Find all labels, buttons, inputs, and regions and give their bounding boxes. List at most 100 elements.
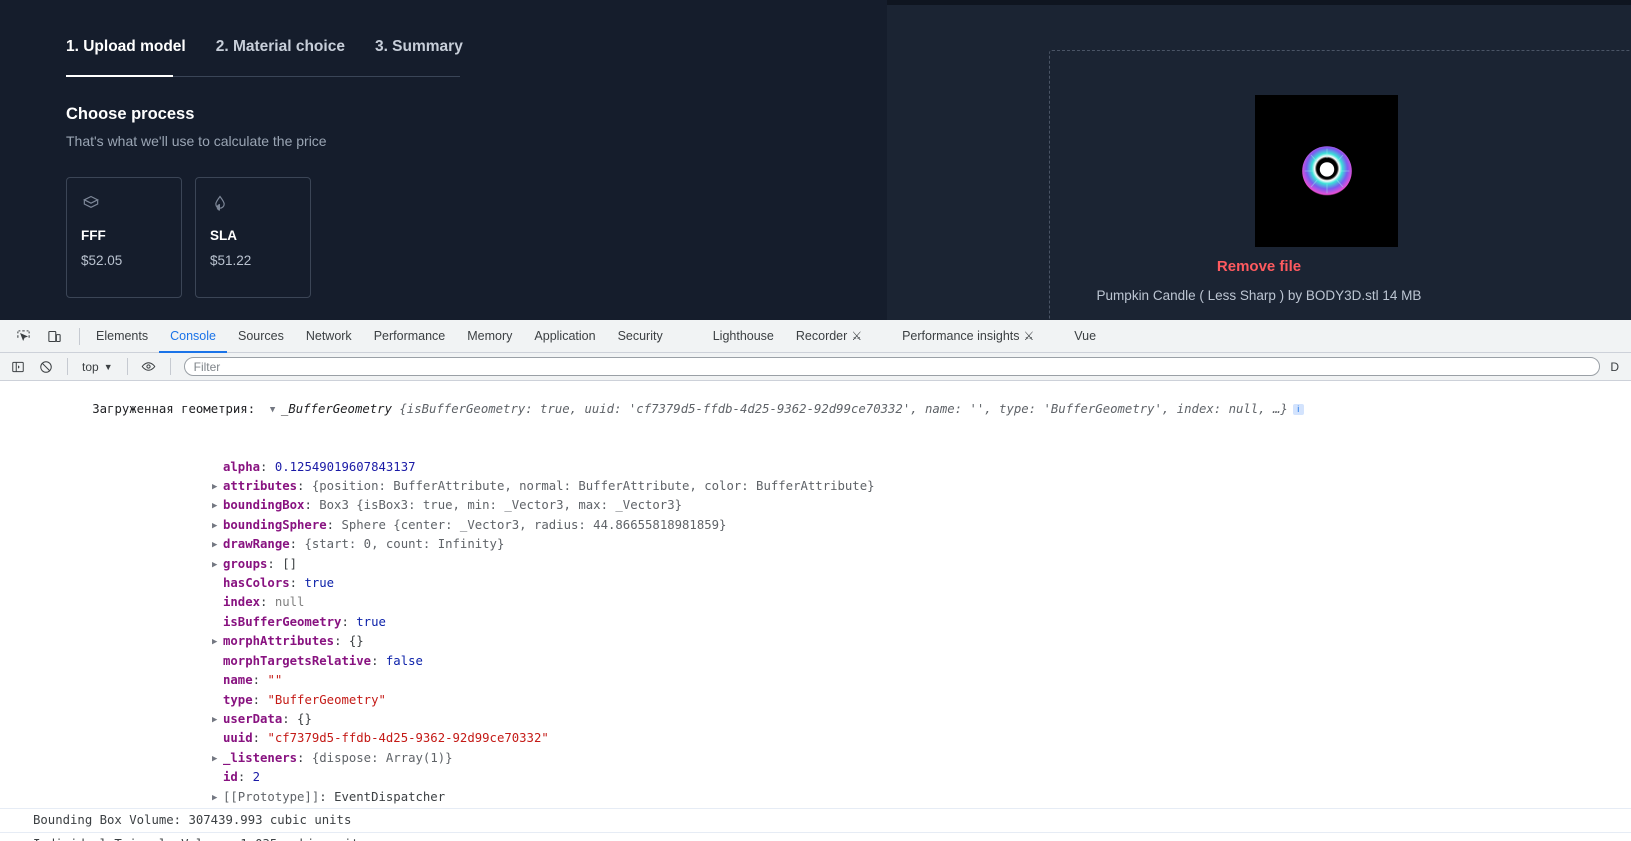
device-toolbar-icon[interactable] xyxy=(42,325,66,347)
prop-value: "" xyxy=(267,673,283,688)
tab-material-choice[interactable]: 2. Material choice xyxy=(216,38,345,70)
console-sidebar-icon[interactable] xyxy=(6,356,30,378)
expand-arrow-icon[interactable]: ▶ xyxy=(212,557,223,574)
tab-lighthouse-label: Lighthouse xyxy=(712,329,774,343)
expand-arrow-icon[interactable]: ▶ xyxy=(212,479,223,496)
tab-network[interactable]: Network xyxy=(295,320,363,353)
console-prop-morphattributes[interactable]: ▶ morphAttributes: {} xyxy=(0,633,1631,652)
console-prop-prototype[interactable]: ▶ [[Prototype]]: EventDispatcher xyxy=(0,789,1631,808)
console-prop-alpha: ▶alpha: 0.12549019607843137 xyxy=(223,459,416,474)
expand-arrow-icon[interactable]: ▼ xyxy=(270,402,281,419)
prop-name: userData xyxy=(223,711,283,726)
console-log-bounding-box-volume[interactable]: Bounding Box Volume: 307439.993 cubic un… xyxy=(0,807,1631,832)
tab-elements[interactable]: Elements xyxy=(85,320,159,353)
devtools-panel: Elements Console Sources Network Perform… xyxy=(0,320,1631,841)
tabs-active-underline xyxy=(66,75,173,77)
prop-value: Sphere {center: _Vector3, radius: 44.866… xyxy=(341,517,727,532)
console-filter-toolbar: top ▼ D xyxy=(0,353,1631,381)
console-prop-uuid: ▶uuid: "cf7379d5-ffdb-4d25-9362-92d99ce7… xyxy=(223,731,549,746)
expand-arrow-icon[interactable]: ▶ xyxy=(212,634,223,651)
console-prop-listeners[interactable]: ▶ _listeners: {dispose: Array(1)} xyxy=(0,750,1631,769)
tab-vue-label: Vue xyxy=(1074,329,1097,343)
prop-value: {position: BufferAttribute, normal: Buff… xyxy=(311,479,875,494)
execution-context-label: top xyxy=(82,359,99,374)
info-badge-icon[interactable]: i xyxy=(1292,404,1304,416)
tab-summary[interactable]: 3. Summary xyxy=(375,38,463,70)
prop-value: Box3 {isBox3: true, min: _Vector3, max: … xyxy=(319,498,683,513)
tab-vue[interactable]: Vue xyxy=(1063,320,1107,353)
process-card-sla[interactable]: SLA $51.22 xyxy=(195,177,311,298)
tab-sources[interactable]: Sources xyxy=(227,320,295,353)
tab-console[interactable]: Console xyxy=(159,320,227,353)
console-message-geometry[interactable]: Загруженная геометрия: ▼ _BufferGeometry … xyxy=(0,381,1631,459)
console-prop-attributes[interactable]: ▶ attributes: {position: BufferAttribute,… xyxy=(0,478,1631,497)
console-output[interactable]: Загруженная геометрия: ▼ _BufferGeometry … xyxy=(0,381,1631,841)
tab-recorder[interactable]: Recorder ⚔ xyxy=(785,320,873,353)
prop-name: name xyxy=(223,673,253,688)
tab-security[interactable]: Security xyxy=(607,320,674,353)
screen: 1. Upload model 2. Material choice 3. Su… xyxy=(0,0,1631,841)
expand-arrow-icon[interactable]: ▶ xyxy=(212,712,223,729)
sla-droplet-icon xyxy=(210,194,296,216)
log-level-select[interactable]: D xyxy=(1604,360,1625,374)
devtools-toolbar: Elements Console Sources Network Perform… xyxy=(0,320,1631,353)
prop-name: morphTargetsRelative xyxy=(223,653,372,668)
expand-arrow-icon[interactable]: ▶ xyxy=(212,518,223,535)
tab-application[interactable]: Application xyxy=(523,320,606,353)
experiment-flask-icon: ⚔ xyxy=(851,329,863,343)
prop-name: groups xyxy=(223,556,268,571)
log-text: Individual Triangle Volume: 1.035 cubic … xyxy=(33,837,366,841)
filter-divider-2 xyxy=(126,358,128,375)
inspect-element-icon[interactable] xyxy=(11,325,35,347)
execution-context-select[interactable]: top ▼ xyxy=(77,360,118,374)
console-prop-boundingsphere[interactable]: ▶ boundingSphere: Sphere {center: _Vector… xyxy=(0,517,1631,536)
tab-upload-model[interactable]: 1. Upload model xyxy=(66,38,186,70)
console-filter-input[interactable] xyxy=(183,357,1601,376)
prop-value: {start: 0, count: Infinity} xyxy=(304,537,505,552)
configurator-left-panel: 1. Upload model 2. Material choice 3. Su… xyxy=(0,0,887,320)
source-link[interactable] xyxy=(1616,384,1623,401)
prop-value: "BufferGeometry" xyxy=(267,692,386,707)
prop-name: morphAttributes xyxy=(223,634,335,649)
expand-arrow-icon[interactable]: ▶ xyxy=(212,537,223,554)
prop-value: 2 xyxy=(252,770,261,785)
process-card-fff-price: $52.05 xyxy=(81,253,123,268)
console-prop-type: ▶type: "BufferGeometry" xyxy=(223,692,386,707)
model-thumbnail[interactable] xyxy=(1255,95,1398,247)
devtools-panel-tabs: Elements Console Sources Network Perform… xyxy=(85,320,1107,353)
console-prop-drawrange[interactable]: ▶ drawRange: {start: 0, count: Infinity} xyxy=(0,536,1631,555)
console-prop-userdata[interactable]: ▶ userData: {} xyxy=(0,711,1631,730)
tab-performance-insights[interactable]: Performance insights ⚔ xyxy=(891,320,1045,353)
tab-memory[interactable]: Memory xyxy=(456,320,523,353)
process-card-sla-price: $51.22 xyxy=(210,253,252,268)
expand-arrow-icon[interactable]: ▶ xyxy=(212,751,223,768)
tab-network-label: Network xyxy=(305,329,352,343)
console-log-triangle-volume[interactable]: Individual Triangle Volume: 1.035 cubic … xyxy=(0,832,1631,841)
prop-name: attributes xyxy=(223,479,298,494)
uploaded-file-name: Pumpkin Candle ( Less Sharp ) by BODY3D.… xyxy=(1096,288,1422,303)
console-prop-groups[interactable]: ▶ groups: [] xyxy=(0,556,1631,575)
experiment-flask-icon-2: ⚔ xyxy=(1023,329,1035,343)
tab-performance[interactable]: Performance xyxy=(363,320,457,353)
prop-value: {} xyxy=(348,634,364,649)
preview-body: {isBufferGeometry: true, uuid: 'cf7379d5… xyxy=(391,402,1288,417)
prop-name: _listeners xyxy=(223,750,298,765)
prop-name: isBufferGeometry xyxy=(223,614,342,629)
live-expression-icon[interactable] xyxy=(137,356,161,378)
prop-name: drawRange xyxy=(223,537,290,552)
expand-arrow-icon[interactable]: ▶ xyxy=(212,790,223,807)
remove-file-button[interactable]: Remove file xyxy=(887,258,1631,275)
preview-class-name: _BufferGeometry xyxy=(280,402,392,417)
tab-sources-label: Sources xyxy=(237,329,284,343)
process-card-fff[interactable]: FFF $52.05 xyxy=(66,177,182,298)
tab-console-label: Console xyxy=(170,329,216,343)
choose-process-title: Choose process xyxy=(66,105,195,123)
clear-console-icon[interactable] xyxy=(34,356,58,378)
prop-name: boundingBox xyxy=(223,498,305,513)
tab-recorder-label: Recorder xyxy=(795,329,848,343)
console-prop-morphtargetsrelative: ▶morphTargetsRelative: false xyxy=(223,653,423,668)
console-prop-boundingbox[interactable]: ▶ boundingBox: Box3 {isBox3: true, min: _… xyxy=(0,497,1631,516)
expand-arrow-icon[interactable]: ▶ xyxy=(212,498,223,515)
devtools-toolbar-icons xyxy=(0,325,74,347)
tab-lighthouse[interactable]: Lighthouse xyxy=(702,320,785,353)
